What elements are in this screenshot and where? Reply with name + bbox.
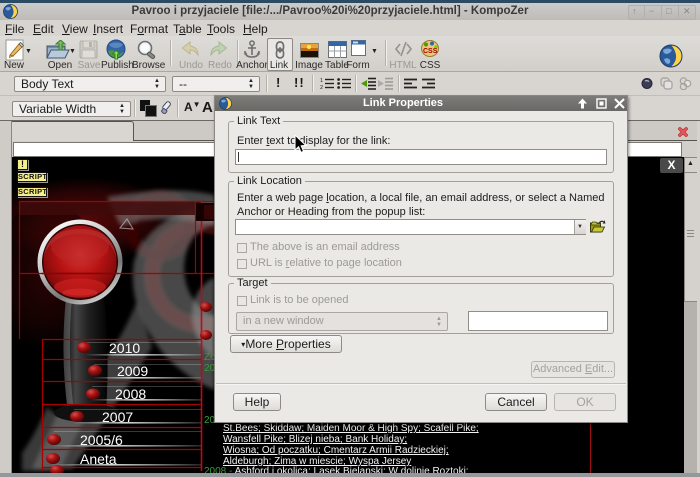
svg-text:CSS: CSS	[423, 48, 438, 55]
svg-text:1: 1	[320, 78, 323, 84]
svg-text:2: 2	[320, 85, 323, 90]
